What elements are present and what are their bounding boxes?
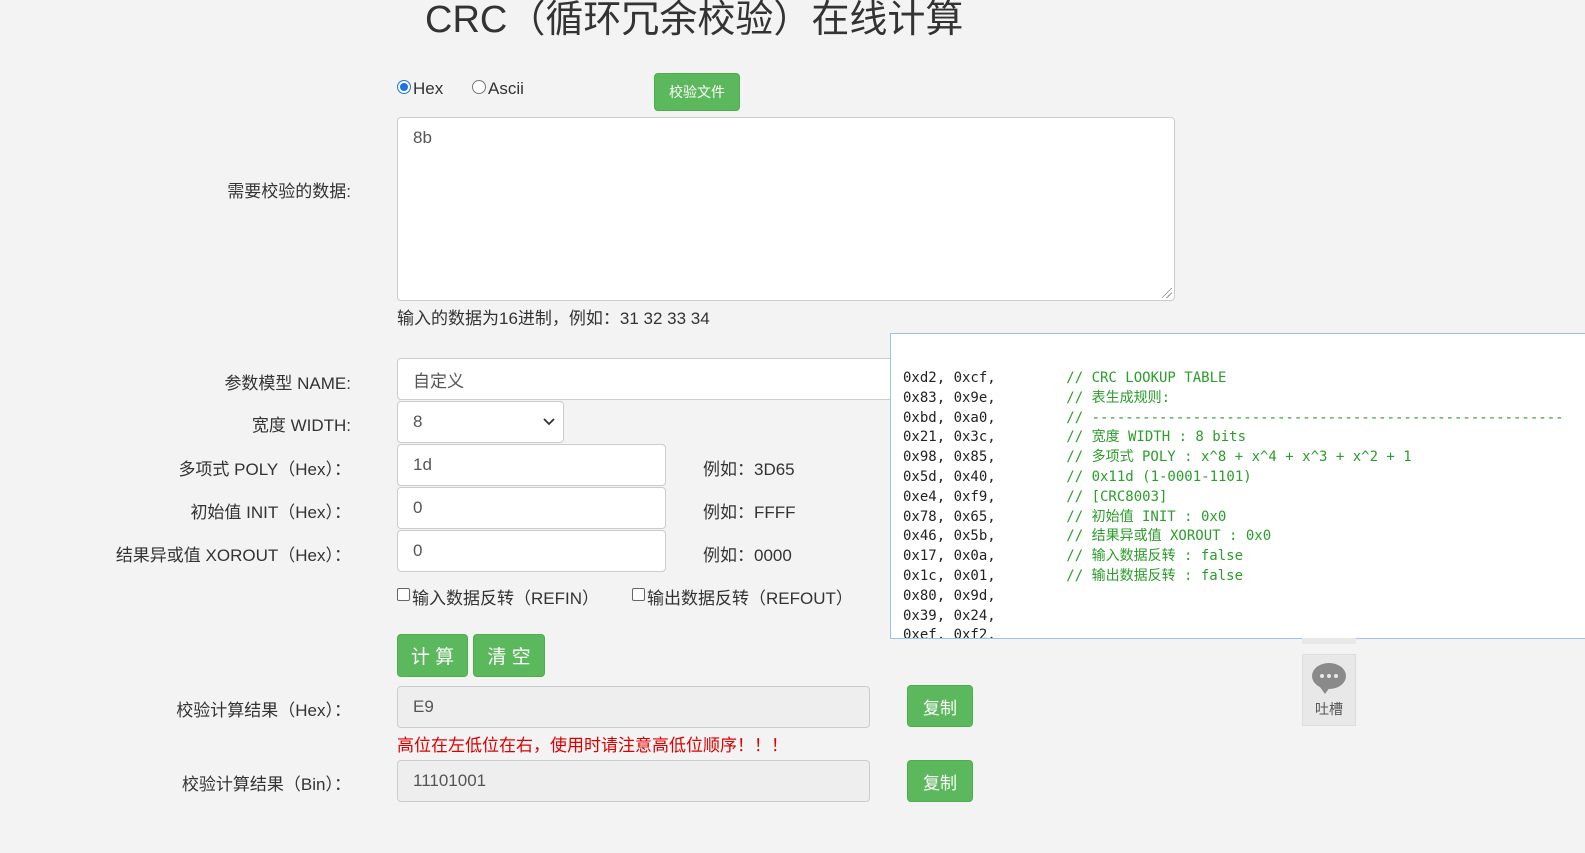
code-line-values: 0x5d, 0x40,	[903, 469, 996, 485]
data-label: 需要校验的数据:	[227, 182, 351, 201]
code-line-comment: // 结果异或值 XOROUT : 0x0	[1041, 528, 1272, 545]
result-hex-label: 校验计算结果（Hex）：	[176, 701, 351, 720]
feedback-button[interactable]: 吐槽	[1302, 654, 1356, 726]
bit-order-warning: 高位在左低位在右，使用时请注意高低位顺序！！！	[397, 736, 788, 755]
code-line-values: 0x21, 0x3c,	[903, 429, 996, 446]
feedback-edge	[1302, 638, 1356, 644]
code-line-values: 0x1c, 0x01,	[903, 568, 996, 584]
code-line: 0x5d, 0x40, // 0x11d (1-0001-1101)	[903, 467, 1252, 487]
data-textarea-value: 8b	[413, 128, 432, 147]
chat-bubble-icon	[1312, 663, 1346, 694]
xorout-example: 例如：0000	[703, 546, 792, 565]
data-hint: 输入的数据为16进制，例如：31 32 33 34	[397, 309, 710, 328]
code-line-values: 0xef, 0xf2,	[903, 627, 996, 639]
init-value: 0	[413, 498, 423, 517]
radio-ascii-indicator[interactable]	[472, 80, 486, 94]
code-line: 0x98, 0x85, // 多项式 POLY : x^8 + x^4 + x^…	[903, 447, 1412, 467]
code-line-comment: // 宽度 WIDTH : 8 bits	[1041, 429, 1247, 446]
code-line: 0xe4, 0xf9, // [CRC8003]	[903, 487, 1167, 507]
name-label: 参数模型 NAME:	[224, 374, 351, 393]
code-line: 0x78, 0x65, // 初始值 INIT : 0x0	[903, 507, 1226, 527]
init-input[interactable]: 0	[397, 487, 666, 529]
code-line: 0x39, 0x24,	[903, 606, 1041, 626]
refin-checkbox[interactable]: 输入数据反转（REFIN）	[397, 584, 599, 609]
code-line-values: 0x17, 0x0a,	[903, 548, 996, 565]
radio-hex-indicator[interactable]	[397, 80, 411, 94]
clear-button[interactable]: 清 空	[473, 634, 545, 677]
width-value: 8	[413, 412, 423, 431]
code-line: 0x1c, 0x01, // 输出数据反转 : false	[903, 566, 1243, 586]
code-line-values: 0xe4, 0xf9,	[903, 488, 996, 505]
code-line-values: 0x98, 0x85,	[903, 449, 996, 466]
code-line-values: 0x80, 0x9d,	[903, 587, 996, 604]
name-value: 自定义	[413, 371, 464, 391]
poly-label: 多项式 POLY（Hex）：	[178, 460, 351, 479]
code-line: 0x21, 0x3c, // 宽度 WIDTH : 8 bits	[903, 427, 1246, 447]
code-line-comment: // 输出数据反转 : false	[1041, 568, 1244, 584]
radio-ascii[interactable]: Ascii	[472, 79, 524, 99]
radio-hex-label: Hex	[413, 79, 444, 98]
refin-label: 输入数据反转（REFIN）	[412, 589, 599, 608]
code-line: 0xef, 0xf2,	[903, 625, 1041, 639]
code-line: 0xbd, 0xa0, // -------------------------…	[903, 408, 1564, 428]
result-bin-label: 校验计算结果（Bin）：	[181, 775, 351, 794]
width-label: 宽度 WIDTH:	[251, 416, 351, 435]
copy-hex-button[interactable]: 复制	[907, 685, 973, 727]
refout-label: 输出数据反转（REFOUT）	[647, 589, 853, 608]
refin-checkbox-box[interactable]	[397, 588, 410, 601]
code-line-values: 0xbd, 0xa0,	[903, 409, 996, 426]
result-hex-value: E9	[413, 697, 434, 716]
radio-hex[interactable]: Hex	[397, 79, 443, 99]
code-line: 0x80, 0x9d,	[903, 586, 1041, 606]
code-line-comment: // 初始值 INIT : 0x0	[1041, 508, 1227, 525]
code-line: 0x17, 0x0a, // 输入数据反转 : false	[903, 546, 1243, 566]
poly-input[interactable]: 1d	[397, 444, 666, 486]
result-hex-field[interactable]: E9	[397, 686, 870, 728]
code-line-values: 0x83, 0x9e,	[903, 389, 996, 406]
code-line-comment: // 0x11d (1-0001-1101)	[1041, 469, 1252, 485]
result-bin-field[interactable]: 11101001	[397, 760, 870, 802]
code-line-values: 0xd2, 0xcf,	[903, 370, 996, 386]
refout-checkbox-box[interactable]	[632, 588, 645, 601]
code-line-comment: // CRC LOOKUP TABLE	[1041, 370, 1227, 386]
feedback-label: 吐槽	[1315, 701, 1343, 717]
code-line: 0x46, 0x5b, // 结果异或值 XOROUT : 0x0	[903, 526, 1271, 546]
data-textarea[interactable]: 8b	[397, 117, 1175, 301]
code-line-values: 0x39, 0x24,	[903, 607, 996, 624]
poly-example: 例如：3D65	[703, 460, 795, 479]
code-line-comment: // -------------------------------------…	[1041, 409, 1564, 426]
page-title: CRC（循环冗余校验）在线计算	[425, 0, 964, 41]
radio-ascii-label: Ascii	[488, 79, 524, 98]
init-example: 例如：FFFF	[703, 503, 796, 522]
code-line-comment: // [CRC8003]	[1041, 488, 1168, 505]
code-line-values: 0x46, 0x5b,	[903, 528, 996, 545]
calculate-button[interactable]: 计 算	[397, 634, 468, 677]
xorout-input[interactable]: 0	[397, 530, 666, 572]
code-line-comment: // 表生成规则:	[1041, 389, 1171, 406]
copy-bin-button[interactable]: 复制	[907, 760, 973, 802]
resize-grip[interactable]	[1162, 288, 1172, 298]
check-file-button[interactable]: 校验文件	[654, 73, 740, 111]
refout-checkbox[interactable]: 输出数据反转（REFOUT）	[632, 584, 853, 609]
code-line-values: 0x78, 0x65,	[903, 508, 996, 525]
xorout-label: 结果异或值 XOROUT（Hex）：	[115, 546, 351, 565]
crc-table-panel[interactable]: 0xd2, 0xcf, // CRC LOOKUP TABLE 0x83, 0x9…	[890, 333, 1585, 639]
name-select[interactable]: 自定义	[397, 358, 917, 400]
result-bin-value: 11101001	[413, 771, 487, 790]
code-line-comment: // 输入数据反转 : false	[1041, 548, 1244, 565]
code-line-comment: // 多项式 POLY : x^8 + x^4 + x^3 + x^2 + 1	[1041, 449, 1412, 466]
init-label: 初始值 INIT（Hex）：	[190, 503, 351, 522]
width-select[interactable]: 8	[397, 401, 564, 443]
xorout-value: 0	[413, 541, 423, 560]
poly-value: 1d	[413, 455, 432, 474]
code-line: 0x83, 0x9e, // 表生成规则:	[903, 388, 1170, 408]
code-line: 0xd2, 0xcf, // CRC LOOKUP TABLE	[903, 368, 1226, 388]
chevron-down-icon	[543, 418, 555, 426]
